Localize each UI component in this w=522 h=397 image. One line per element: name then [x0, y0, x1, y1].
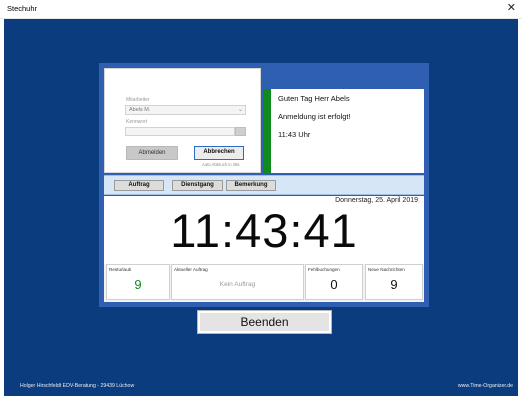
resturlaub-cell: Resturlaub 9 [106, 264, 170, 300]
aktueller-auftrag-label: Aktueller Auftrag [174, 267, 208, 272]
kennwort-keyboard-button[interactable] [235, 127, 246, 136]
current-time: 11:43:41 [170, 204, 358, 257]
neue-nachrichten-value: 9 [390, 277, 398, 292]
close-icon[interactable]: ✕ [507, 2, 516, 15]
resturlaub-label: Resturlaub [109, 267, 132, 272]
mitarbeiter-select[interactable]: Abels M. ⌄ [125, 105, 246, 115]
window-title: Stechuhr [7, 4, 38, 13]
login-time-text: 11:43 Uhr [278, 130, 311, 139]
abmelden-button[interactable]: Abmelden [126, 146, 178, 160]
resturlaub-value: 9 [134, 277, 142, 292]
abbrechen-button[interactable]: Abbrechen [194, 146, 244, 160]
auftrag-button[interactable]: Auftrag [114, 180, 164, 191]
login-status-text: Anmeldung ist erfolgt! [278, 112, 351, 121]
neue-nachrichten-label: Neue Nachrichten [368, 267, 405, 272]
footer-website[interactable]: www.Time-Organizer.de [458, 383, 513, 389]
beenden-button[interactable]: Beenden [197, 310, 332, 334]
mitarbeiter-label: Mitarbeiter [126, 97, 150, 103]
aktueller-auftrag-value: Kein Auftrag [219, 281, 256, 288]
footer-company: Holger Hirschfeldt EDV-Beratung - 29439 … [20, 383, 135, 389]
fehlbuchungen-cell: Fehlbuchungen 0 [305, 264, 363, 300]
fehlbuchungen-value: 0 [330, 277, 338, 292]
status-indicator [263, 89, 271, 173]
auto-abbruch-text: Auto Abbruch in 29s [202, 162, 240, 167]
dienstgang-button[interactable]: Dienstgang [172, 180, 223, 191]
chevron-down-icon: ⌄ [237, 107, 243, 113]
aktueller-auftrag-cell: Aktueller Auftrag Kein Auftrag [171, 264, 304, 300]
kennwort-field[interactable] [125, 127, 235, 136]
bemerkung-button[interactable]: Bemerkung [226, 180, 276, 191]
kennwort-label: Kennwort [126, 119, 148, 125]
title-bar: Stechuhr ✕ [0, 0, 522, 19]
greeting-text: Guten Tag Herr Abels [278, 94, 350, 103]
neue-nachrichten-cell: Neue Nachrichten 9 [365, 264, 423, 300]
fehlbuchungen-label: Fehlbuchungen [308, 267, 340, 272]
mitarbeiter-value: Abels M. [129, 107, 151, 113]
